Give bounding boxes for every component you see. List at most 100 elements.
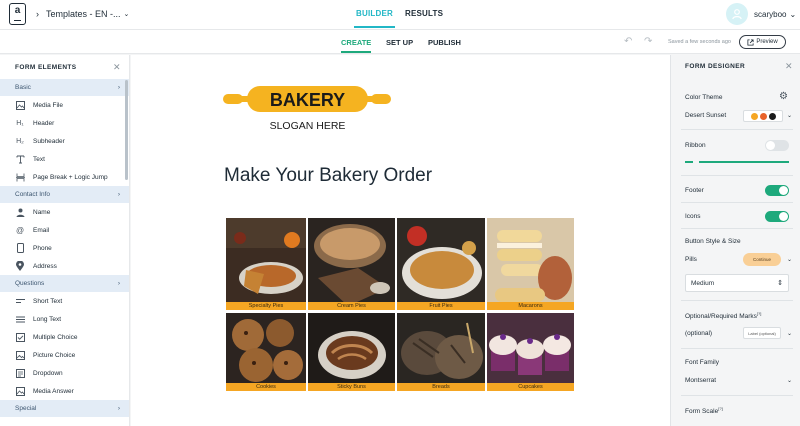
ribbon-slider[interactable] (685, 161, 789, 163)
element-email[interactable]: @ Email (0, 221, 129, 239)
marks-label: Optional/Required Marks (685, 313, 757, 321)
swatch-3 (768, 112, 776, 120)
element-phone[interactable]: Phone (0, 239, 129, 257)
button-size-select[interactable]: Medium ⇕ (685, 274, 789, 292)
location-icon (15, 261, 25, 271)
help-mark[interactable]: [?] (757, 311, 761, 316)
element-media-answer[interactable]: Media Answer (0, 382, 129, 400)
chevron-right-icon: › (117, 405, 120, 412)
chevron-right-icon: › (117, 280, 120, 287)
form-heading[interactable]: Make Your Bakery Order (224, 165, 432, 187)
header1-icon: H₁ (16, 119, 24, 127)
preview-button[interactable]: Preview (739, 35, 786, 49)
chevron-down-icon[interactable]: ⌄ (787, 112, 792, 119)
bakery-logo[interactable]: BAKERY SLOGAN HERE (223, 83, 393, 135)
panel-title: FORM DESIGNER (685, 63, 746, 70)
choice-label: Specialty Pies (226, 302, 306, 310)
divider (681, 395, 793, 396)
element-name[interactable]: Name (0, 203, 129, 221)
choice-cupcakes[interactable]: Cupcakes (487, 313, 574, 391)
section-special[interactable]: Special › (0, 400, 129, 417)
tab-results[interactable]: RESULTS (405, 9, 443, 18)
button-size-value: Medium (691, 279, 715, 287)
username: scaryboo (754, 10, 787, 19)
choice-breads[interactable]: Breads (397, 313, 485, 391)
element-label: Dropdown (33, 369, 63, 377)
element-page-break[interactable]: Page Break + Logic Jump (0, 168, 129, 186)
tab-setup[interactable]: SET UP (386, 38, 413, 47)
element-multiple-choice[interactable]: Multiple Choice (0, 328, 129, 346)
tab-create[interactable]: CREATE (341, 38, 372, 53)
tab-publish[interactable]: PUBLISH (428, 38, 461, 47)
close-icon[interactable]: ✕ (113, 62, 121, 73)
chevron-down-icon: ⌄ (123, 11, 130, 18)
choice-cookies[interactable]: Cookies (226, 313, 306, 391)
element-label: Page Break + Logic Jump (33, 173, 108, 181)
choice-label: Cream Pies (308, 302, 395, 310)
cream-pie-photo (308, 218, 395, 310)
element-address[interactable]: Address (0, 257, 129, 275)
button-preview-text: Continue (752, 257, 771, 262)
user-menu[interactable]: scaryboo ⌄ (754, 10, 796, 19)
element-subheader[interactable]: H₂ Subheader (0, 132, 129, 150)
section-basic[interactable]: Basic › (0, 79, 129, 96)
chevron-down-icon[interactable]: ⌄ (787, 377, 792, 384)
chevron-right-icon: › (117, 84, 120, 91)
marks-preview[interactable]: Label (optional) (743, 327, 781, 339)
long-text-icon (15, 316, 25, 323)
image-icon (15, 100, 25, 110)
section-questions[interactable]: Questions › (0, 275, 129, 292)
element-label: Address (33, 262, 57, 270)
select-arrows-icon: ⇕ (777, 280, 783, 287)
panel-scrollbar[interactable] (125, 80, 128, 180)
undo-icon[interactable]: ↶ (624, 36, 632, 47)
marks-preview-text: Label (optional) (748, 330, 776, 336)
element-label: Phone (33, 244, 52, 252)
element-media-file[interactable]: Media File (0, 96, 129, 114)
choice-sticky-buns[interactable]: Sticky Buns (308, 313, 395, 391)
button-style-preview[interactable]: Continue (743, 253, 781, 266)
font-family-value[interactable]: Montserrat (685, 377, 716, 384)
element-label: Picture Choice (33, 351, 76, 359)
chevron-down-icon[interactable]: ⌄ (787, 256, 792, 263)
form-elements-header: FORM ELEMENTS ✕ (0, 55, 129, 79)
phone-icon (15, 243, 25, 253)
form-canvas: BAKERY SLOGAN HERE Make Your Bakery Orde… (131, 55, 670, 426)
media-answer-icon (15, 386, 25, 396)
help-mark[interactable]: [?] (718, 406, 722, 411)
form-title-dropdown[interactable]: Templates - EN -... ⌄ (46, 9, 129, 19)
form-scale-label: Form Scale (685, 408, 719, 416)
element-label: Media File (33, 101, 63, 109)
avatar[interactable] (726, 3, 748, 25)
choice-fruit-pies[interactable]: Fruit Pies (397, 218, 485, 310)
gear-icon[interactable]: ⚙ (779, 91, 788, 102)
footer-label: Footer (685, 187, 704, 194)
chevron-down-icon[interactable]: ⌄ (787, 330, 792, 337)
icons-toggle[interactable] (765, 211, 789, 222)
section-contact-info[interactable]: Contact Info › (0, 186, 129, 203)
logo-brand-text: BAKERY (270, 90, 345, 110)
element-dropdown[interactable]: Dropdown (0, 364, 129, 382)
macarons-photo (487, 218, 574, 310)
element-picture-choice[interactable]: Picture Choice (0, 346, 129, 364)
choice-label: Cookies (226, 383, 306, 391)
choice-specialty-pies[interactable]: Specialty Pies (226, 218, 306, 310)
element-header[interactable]: H₁ Header (0, 114, 129, 132)
header2-icon: H₂ (16, 137, 24, 145)
element-text[interactable]: Text (0, 150, 129, 168)
theme-swatch-select[interactable] (743, 110, 783, 122)
tab-builder[interactable]: BUILDER (354, 9, 395, 28)
button-style-label: Button Style & Size (685, 238, 741, 245)
footer-toggle[interactable] (765, 185, 789, 196)
element-short-text[interactable]: Short Text (0, 292, 129, 310)
choice-cream-pies[interactable]: Cream Pies (308, 218, 395, 310)
element-long-text[interactable]: Long Text (0, 310, 129, 328)
app-logo[interactable]: a (9, 3, 26, 25)
close-icon[interactable]: ✕ (785, 61, 793, 72)
choice-macarons[interactable]: Macarons (487, 218, 574, 310)
fruit-pie-photo (397, 218, 485, 310)
page-break-icon (15, 173, 25, 182)
ribbon-toggle[interactable] (765, 140, 789, 151)
redo-icon[interactable]: ↷ (644, 36, 652, 47)
element-label: Short Text (33, 297, 63, 305)
